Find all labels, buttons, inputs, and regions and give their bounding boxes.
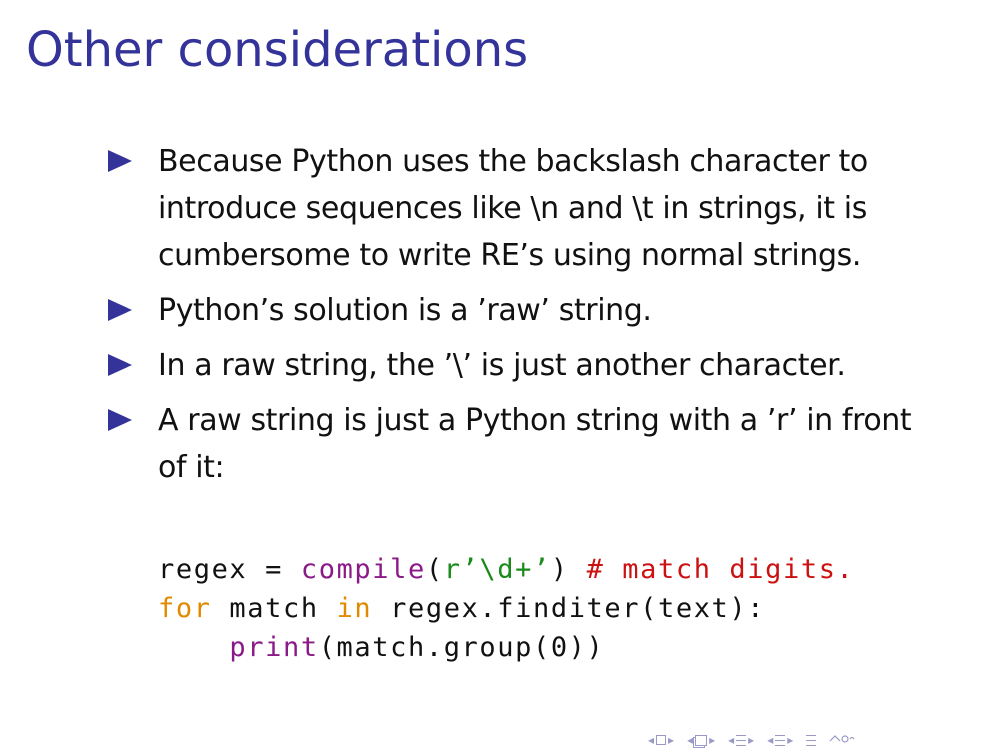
nav-frame-next-icon[interactable]: ▸ (709, 734, 715, 746)
nav-subsection-next-icon[interactable]: ▸ (748, 734, 754, 746)
nav-group-appendix (806, 734, 817, 746)
slide-title: Other considerations (26, 22, 529, 78)
bullet-item: Python’s solution is a ’raw’ string. (106, 287, 936, 334)
nav-section-prev-icon[interactable]: ◂ (767, 734, 773, 746)
nav-group-slide: ◂ ▸ (648, 734, 674, 746)
code-token-keyword: for (158, 593, 212, 624)
nav-search-icon[interactable] (829, 733, 855, 747)
nav-section-icon[interactable] (775, 734, 786, 746)
code-token: regex (158, 554, 248, 585)
nav-slide-next-icon[interactable]: ▸ (668, 734, 674, 746)
bullet-item: A raw string is just a Python string wit… (106, 397, 936, 491)
nav-group-search (829, 733, 855, 747)
code-token-function: print (229, 632, 319, 663)
code-token: regex.finditer(text): (372, 593, 766, 624)
nav-slide-prev-icon[interactable]: ◂ (648, 734, 654, 746)
code-line: regex = compile(r’\d+’) # match digits. (158, 550, 854, 589)
code-block: regex = compile(r’\d+’) # match digits. f… (158, 550, 854, 667)
code-token-function: compile (300, 554, 426, 585)
code-token: ( (425, 554, 444, 585)
code-token: match (211, 593, 337, 624)
bullet-text: In a raw string, the ’\’ is just another… (158, 348, 846, 383)
code-line: print(match.group(0)) (158, 628, 854, 667)
beamer-navigation-bar: ◂ ▸ ◂ ▸ ◂ ▸ ◂ ▸ (648, 731, 865, 749)
bullet-text: Because Python uses the backslash charac… (158, 144, 868, 273)
code-token-comment: # match digits. (568, 554, 855, 585)
triangle-bullet-icon (108, 150, 132, 172)
bullet-item: In a raw string, the ’\’ is just another… (106, 342, 936, 389)
nav-slide-icon[interactable] (656, 735, 667, 745)
bullet-item: Because Python uses the backslash charac… (106, 138, 936, 279)
nav-appendix-icon[interactable] (806, 734, 817, 746)
nav-frame-prev-icon[interactable]: ◂ (687, 734, 693, 746)
nav-section-next-icon[interactable]: ▸ (787, 734, 793, 746)
nav-subsection-prev-icon[interactable]: ◂ (728, 734, 734, 746)
code-token: ) (550, 554, 569, 585)
code-token-string: r’\d+’ (443, 554, 551, 585)
code-token: = (247, 554, 301, 585)
code-token-keyword: in (336, 593, 373, 624)
nav-subsection-icon[interactable] (736, 734, 747, 746)
nav-frame-icon[interactable] (695, 734, 708, 746)
code-line: for match in regex.finditer(text): (158, 589, 854, 628)
bullet-text: Python’s solution is a ’raw’ string. (158, 293, 652, 328)
triangle-bullet-icon (108, 354, 132, 376)
bullet-text: A raw string is just a Python string wit… (158, 403, 912, 485)
triangle-bullet-icon (108, 409, 132, 431)
nav-group-frame: ◂ ▸ (687, 734, 715, 746)
nav-group-section: ◂ ▸ (767, 734, 793, 746)
code-token: (match.group(0)) (318, 632, 605, 663)
triangle-bullet-icon (108, 299, 132, 321)
nav-group-subsection: ◂ ▸ (728, 734, 754, 746)
bullet-list: Because Python uses the backslash charac… (106, 138, 936, 499)
